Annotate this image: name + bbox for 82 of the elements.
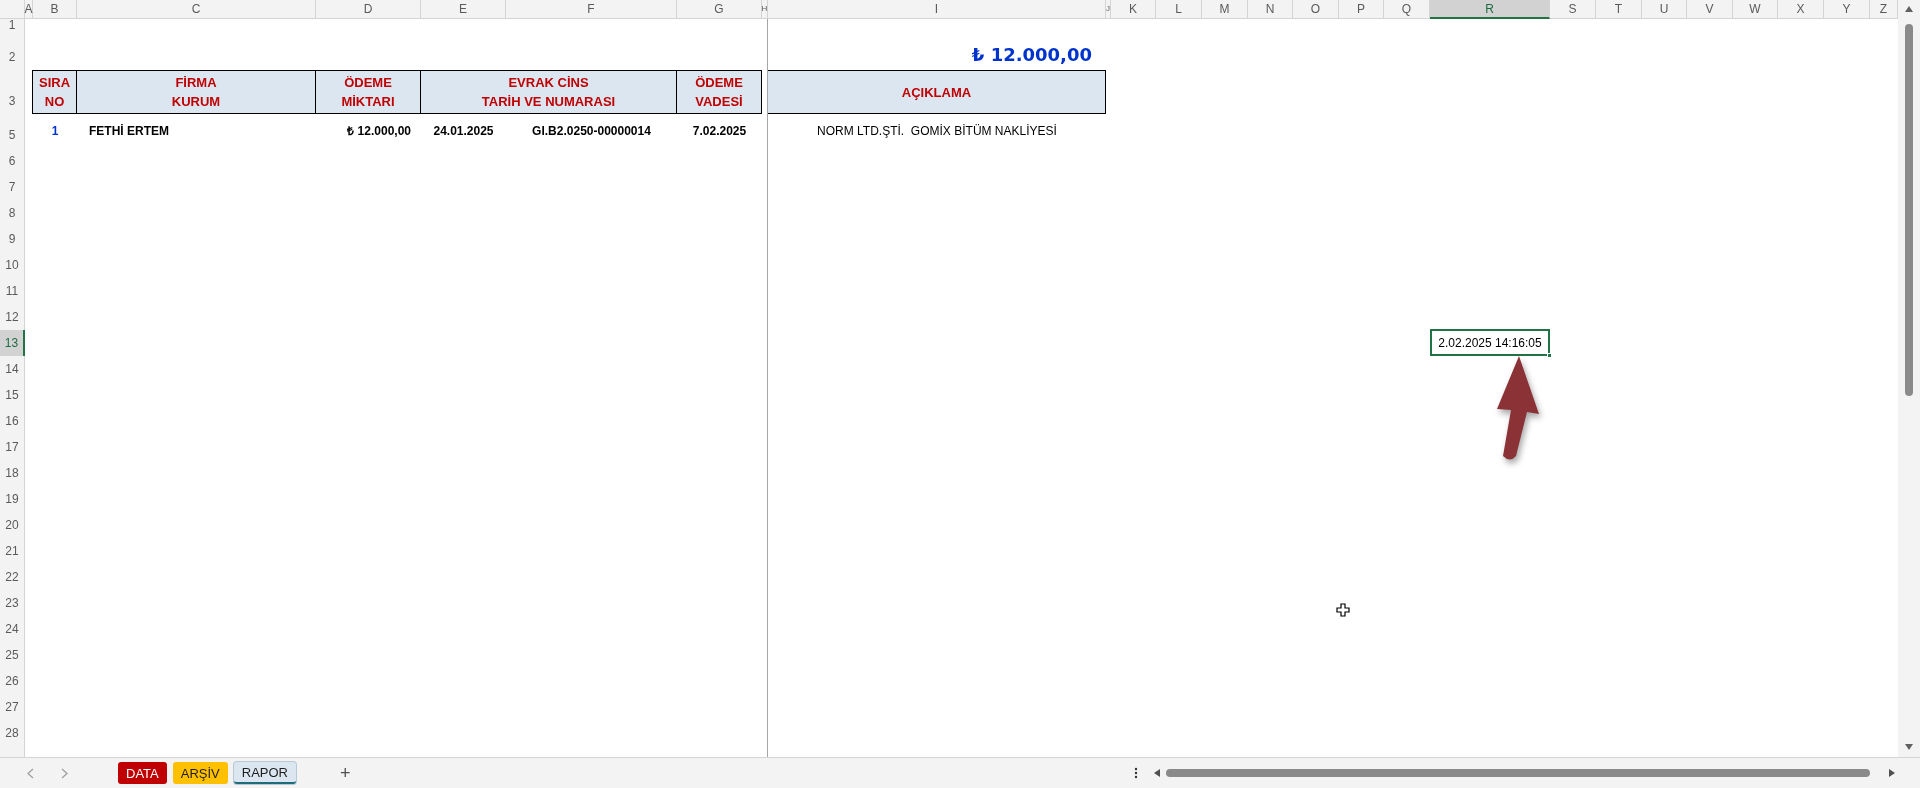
column-header[interactable]: K (1111, 0, 1156, 19)
column-header[interactable]: N (1248, 0, 1293, 19)
row-header[interactable]: 17 (0, 434, 25, 460)
table-header: ÖDEME MİKTARI (315, 70, 421, 114)
row-header[interactable]: 18 (0, 460, 25, 486)
vertical-scrollbar[interactable] (1898, 0, 1920, 757)
table-header: ÖDEME VADESİ (676, 70, 762, 114)
add-sheet-button[interactable]: + (340, 764, 351, 782)
row-header[interactable]: 5 (0, 114, 25, 148)
row-header[interactable]: 16 (0, 408, 25, 434)
table-cell-text: ₺ 12.000,00 (346, 123, 412, 140)
row-header[interactable]: 23 (0, 590, 25, 616)
previous-sheet-icon[interactable] (27, 767, 34, 779)
scroll-left-icon[interactable] (1153, 769, 1160, 777)
column-header[interactable]: O (1293, 0, 1339, 19)
table-cell-text: 7.02.2025 (691, 123, 748, 140)
column-header[interactable]: X (1778, 0, 1824, 19)
column-header[interactable]: D (316, 0, 421, 19)
selected-cell[interactable]: 2.02.2025 14:16:05 (1430, 329, 1550, 356)
scroll-up-icon[interactable] (1905, 6, 1913, 12)
scroll-right-icon[interactable] (1888, 769, 1895, 777)
column-header[interactable]: S (1550, 0, 1596, 19)
column-header[interactable]: V (1687, 0, 1733, 19)
row-header[interactable]: 12 (0, 304, 25, 330)
row-header[interactable]: 25 (0, 642, 25, 668)
sheet-tab[interactable]: ARŞİV (172, 762, 228, 784)
total-amount: ₺ 12.000,00 (970, 42, 1093, 67)
more-options-icon[interactable] (1133, 767, 1138, 779)
row-header[interactable]: 24 (0, 616, 25, 642)
fill-handle[interactable] (1547, 353, 1552, 358)
scrollbar-thumb[interactable] (1905, 24, 1913, 396)
column-header[interactable]: R (1430, 0, 1550, 19)
next-sheet-icon[interactable] (61, 767, 68, 779)
table-header: SIRA NO (32, 70, 77, 114)
column-header[interactable]: C (77, 0, 316, 19)
table-cell-text: NORM LTD.ŞTİ. GOMİX BİTÜM NAKLİYESİ (816, 123, 1058, 140)
column-header[interactable]: P (1339, 0, 1384, 19)
scroll-down-icon[interactable] (1905, 744, 1913, 750)
row-header[interactable]: 7 (0, 174, 25, 200)
row-header[interactable]: 2 (0, 38, 25, 70)
horizontal-scrollbar[interactable] (1153, 766, 1895, 780)
row-header[interactable]: 14 (0, 356, 25, 382)
sheet-tab[interactable]: RAPOR (233, 762, 296, 784)
table-header: AÇIKLAMA (767, 70, 1106, 114)
column-header[interactable]: Y (1824, 0, 1870, 19)
table-header: FİRMA KURUM (76, 70, 316, 114)
row-header[interactable]: 11 (0, 278, 25, 304)
row-header[interactable]: 10 (0, 252, 25, 278)
column-header[interactable]: Z (1870, 0, 1898, 19)
cursor-icon (1336, 603, 1350, 617)
column-header[interactable]: E (421, 0, 506, 19)
row-header[interactable]: 28 (0, 720, 25, 746)
column-header[interactable]: I (768, 0, 1106, 19)
row-header[interactable]: 26 (0, 668, 25, 694)
column-header[interactable]: G (677, 0, 762, 19)
column-header[interactable]: M (1202, 0, 1248, 19)
row-header[interactable]: 22 (0, 564, 25, 590)
column-header[interactable]: U (1642, 0, 1687, 19)
sheet-tab[interactable]: DATA (118, 762, 167, 784)
column-header[interactable]: L (1156, 0, 1202, 19)
row-header[interactable]: 19 (0, 486, 25, 512)
column-header[interactable]: T (1596, 0, 1642, 19)
column-header[interactable]: F (506, 0, 677, 19)
table-cell-text: 24.01.2025 (432, 123, 495, 140)
row-header[interactable]: 13 (0, 330, 25, 356)
row-header[interactable]: 20 (0, 512, 25, 538)
table-cell-text: GI.B2.0250-00000014 (531, 123, 652, 140)
table-cell-text: 1 (50, 123, 60, 140)
column-header[interactable]: W (1733, 0, 1778, 19)
row-header[interactable]: 3 (0, 70, 25, 114)
scrollbar-thumb[interactable] (1165, 769, 1870, 777)
row-header[interactable]: 21 (0, 538, 25, 564)
column-header[interactable]: Q (1384, 0, 1430, 19)
row-header[interactable]: 6 (0, 148, 25, 174)
row-header[interactable]: 8 (0, 200, 25, 226)
row-header[interactable]: 15 (0, 382, 25, 408)
table-cell-text: FETHİ ERTEM (88, 123, 170, 140)
column-header[interactable]: B (33, 0, 77, 19)
row-header[interactable]: 1 (0, 19, 25, 38)
row-header[interactable]: 27 (0, 694, 25, 720)
row-header[interactable]: 9 (0, 226, 25, 252)
table-header: EVRAK CİNS TARİH VE NUMARASI (420, 70, 677, 114)
